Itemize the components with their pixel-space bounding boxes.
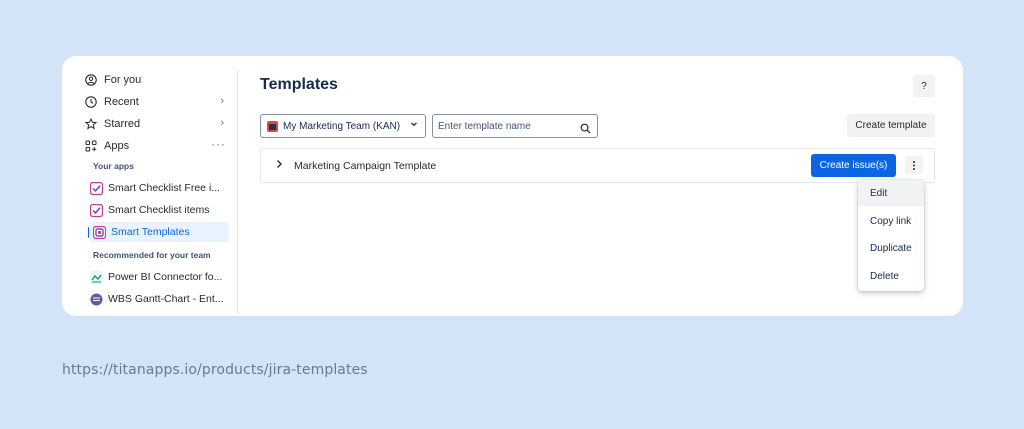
- chevron-down-icon: [410, 120, 418, 130]
- smart-templates-icon: [92, 225, 107, 239]
- sidebar-item-label: Apps: [104, 140, 130, 152]
- sidebar-app-label: WBS Gantt-Chart - Ent...: [108, 293, 224, 305]
- sidebar-item-starred[interactable]: Starred ›: [84, 114, 230, 134]
- project-select-value: My Marketing Team (KAN): [283, 120, 401, 132]
- menu-item-duplicate[interactable]: Duplicate: [858, 235, 924, 261]
- menu-item-copy-link[interactable]: Copy link: [858, 208, 924, 234]
- sidebar-item-label: For you: [104, 74, 142, 86]
- chevron-right-icon[interactable]: ›: [220, 117, 224, 129]
- sidebar-app-smart-checklist-free[interactable]: Smart Checklist Free i...: [89, 178, 230, 198]
- source-url: https://titanapps.io/products/jira-templ…: [62, 362, 368, 378]
- sidebar-app-label: Power BI Connector fo...: [108, 271, 223, 283]
- user-circle-icon: [84, 73, 98, 87]
- more-horizontal-icon[interactable]: ···: [211, 137, 226, 151]
- sidebar-app-power-bi-connector[interactable]: Power BI Connector fo...: [90, 267, 230, 287]
- create-template-button[interactable]: Create template: [847, 114, 935, 137]
- sidebar-app-label: Smart Templates: [111, 226, 190, 238]
- sidebar-item-apps[interactable]: Apps ···: [84, 136, 230, 156]
- project-icon: [267, 120, 278, 132]
- sidebar-app-label: Smart Checklist items: [108, 204, 210, 216]
- page-title: Templates: [260, 76, 338, 93]
- more-vertical-icon[interactable]: [905, 156, 923, 174]
- star-icon: [84, 117, 98, 131]
- clock-icon: [84, 95, 98, 109]
- power-bi-connector-icon: [90, 270, 103, 284]
- wbs-gantt-icon: [90, 293, 103, 306]
- chevron-right-icon[interactable]: [275, 159, 283, 172]
- smart-checklist-icon: [89, 203, 104, 217]
- sidebar-item-for-you[interactable]: For you: [84, 70, 230, 90]
- chevron-right-icon[interactable]: ›: [220, 95, 224, 107]
- template-name: Marketing Campaign Template: [294, 160, 437, 172]
- sidebar: For you Recent › Starred › Apps ··· Your…: [62, 70, 238, 314]
- smart-checklist-icon: [89, 181, 104, 195]
- section-label-your-apps: Your apps: [93, 161, 134, 171]
- template-search[interactable]: [432, 114, 598, 138]
- help-button[interactable]: ?: [913, 75, 935, 97]
- search-input[interactable]: [433, 115, 573, 137]
- app-window: For you Recent › Starred › Apps ··· Your…: [62, 56, 963, 316]
- search-icon[interactable]: [580, 121, 591, 134]
- sidebar-app-smart-templates[interactable]: Smart Templates: [89, 222, 229, 242]
- sidebar-app-wbs-gantt-chart[interactable]: WBS Gantt-Chart - Ent...: [90, 289, 230, 309]
- sidebar-app-label: Smart Checklist Free i...: [108, 182, 221, 194]
- create-issues-button[interactable]: Create issue(s): [811, 154, 896, 177]
- apps-grid-icon: [84, 139, 98, 153]
- sidebar-app-smart-checklist-items[interactable]: Smart Checklist items: [89, 200, 230, 220]
- menu-item-delete[interactable]: Delete: [858, 263, 924, 289]
- sidebar-item-label: Starred: [104, 118, 141, 130]
- project-select[interactable]: My Marketing Team (KAN): [260, 114, 426, 138]
- sidebar-item-label: Recent: [104, 96, 139, 108]
- template-actions-menu: Edit Copy link Duplicate Delete: [858, 180, 924, 291]
- menu-item-edit[interactable]: Edit: [858, 180, 924, 206]
- section-label-recommended: Recommended for your team: [93, 250, 211, 260]
- sidebar-item-recent[interactable]: Recent ›: [84, 92, 230, 112]
